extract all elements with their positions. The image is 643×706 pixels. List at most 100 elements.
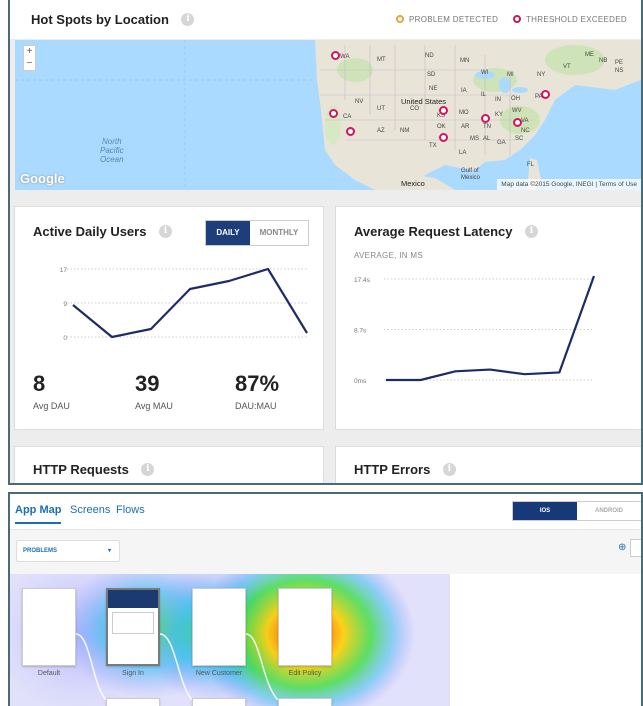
hotspots-header: Hot Spots by Location i PROBLEM DETECTED… (10, 0, 641, 39)
map-label: IN (495, 97, 501, 103)
chevron-down-icon: ▾ (107, 548, 111, 554)
map-label: CO (410, 106, 419, 112)
avg-dau-label: Avg DAU (33, 401, 70, 411)
latency-subtitle: AVERAGE, IN MS (354, 251, 423, 260)
map-zoom-controls: + − (23, 45, 36, 71)
threshold-pin[interactable] (541, 90, 550, 99)
hotspots-map[interactable]: + − North Pacific Ocean WA MT ND MN WI M… (15, 40, 641, 190)
map-label: OK (437, 124, 446, 130)
avg-dau-value: 8 (33, 371, 46, 396)
threshold-pin[interactable] (513, 118, 522, 127)
flow-connectors (75, 633, 279, 701)
map-label: UT (377, 106, 385, 112)
zoom-out-button[interactable]: − (24, 58, 35, 70)
active-users-card: Active Daily Users i DAILY MONTHLY 17 9 0 … (14, 206, 324, 430)
problem-dot-icon (396, 15, 404, 23)
zoom-in-button[interactable]: + (24, 46, 35, 58)
map-label: VT (563, 64, 571, 70)
dau-line-chart: 1790 (60, 267, 308, 342)
y-tick-label: 17 (60, 267, 68, 274)
latency-line-chart: 17.4s 8.7s 0ms (354, 275, 596, 385)
map-label: NM (400, 128, 410, 134)
app-map-header: App Map Screens Flows IOS ANDROID (10, 494, 641, 530)
map-label: NB (599, 58, 608, 64)
info-icon[interactable]: i (442, 463, 456, 477)
latency-title: Average Request Latency (354, 224, 513, 239)
map-label-country: United States (401, 97, 447, 106)
map-label: AL (483, 136, 491, 142)
series-line (386, 275, 596, 382)
http-errors-card: HTTP Errors i (335, 446, 641, 483)
map-label: MS (470, 136, 479, 142)
map-label-country: Mexico (401, 179, 425, 188)
threshold-pin[interactable] (481, 114, 490, 123)
y-tick-label: 0 (63, 335, 67, 342)
google-logo: Google (20, 171, 65, 186)
threshold-pin[interactable] (331, 51, 340, 60)
threshold-pin[interactable] (439, 133, 448, 142)
y-tick-label: 8.7s (354, 328, 367, 335)
map-label: IL (481, 92, 487, 98)
dashboard-panel: Hot Spots by Location i PROBLEM DETECTED… (8, 0, 643, 485)
http-requests-title: HTTP Requests (33, 462, 129, 477)
map-label: NE (429, 86, 438, 92)
latency-card: Average Request Latency i AVERAGE, IN MS… (335, 206, 641, 430)
threshold-pin[interactable] (329, 109, 338, 118)
app-map-canvas[interactable]: Default Sign In New Customer Edit Policy (10, 574, 641, 706)
map-label: SC (515, 136, 524, 142)
avg-mau-value: 39 (135, 371, 160, 396)
map-label: ND (425, 53, 434, 59)
map-label: MO (459, 110, 469, 116)
map-attribution[interactable]: Map data ©2015 Google, INEGI | Terms of … (497, 179, 641, 190)
map-label: WA (340, 54, 350, 60)
threshold-pin[interactable] (346, 127, 355, 136)
threshold-dot-icon (513, 15, 521, 23)
map-label: NV (355, 99, 364, 105)
screen-thumbnail[interactable] (278, 698, 332, 706)
y-tick-label: 0ms (354, 378, 367, 385)
info-icon[interactable]: i (524, 225, 538, 239)
filter-dropdown-label: PROBLEMS (23, 548, 58, 554)
dau-mau-value: 87% (235, 371, 280, 396)
map-label: WV (512, 108, 522, 114)
info-icon[interactable]: i (181, 13, 195, 27)
map-label: ME (585, 52, 594, 58)
info-icon[interactable]: i (158, 225, 172, 239)
map-control[interactable] (630, 539, 641, 557)
threshold-pin[interactable] (439, 106, 448, 115)
zoom-icon[interactable]: ⊕ (618, 542, 626, 553)
map-label: LA (459, 150, 467, 156)
tab-app-map[interactable]: App Map (15, 504, 62, 524)
tab-flows[interactable]: Flows (116, 504, 145, 516)
map-label: AR (461, 124, 470, 130)
ocean-label-text: North Pacific Ocean (100, 137, 124, 164)
info-icon[interactable]: i (141, 463, 155, 477)
ios-button[interactable]: IOS (513, 502, 577, 520)
tab-screens[interactable]: Screens (70, 504, 110, 516)
app-map-panel: App Map Screens Flows IOS ANDROID PROBLE… (8, 492, 643, 706)
screen-thumbnail[interactable] (106, 698, 160, 706)
map-label: AZ (377, 128, 385, 134)
screen-thumbnail[interactable] (192, 698, 246, 706)
legend-problem: PROBLEM DETECTED (396, 15, 498, 24)
map-label: KY (495, 112, 504, 118)
daily-button[interactable]: DAILY (206, 221, 250, 245)
y-tick-label: 9 (63, 301, 67, 308)
map-label: VA (521, 118, 529, 124)
map-label: WI (481, 70, 489, 76)
y-tick-label: 17.4s (354, 277, 371, 284)
active-users-title: Active Daily Users (33, 224, 147, 239)
map-label: MI (507, 72, 514, 78)
filter-dropdown[interactable]: PROBLEMS ▾ (16, 540, 120, 562)
map-label: TN (483, 124, 491, 130)
map-label: TX (429, 143, 437, 149)
ocean-label: North Pacific Ocean (100, 137, 124, 164)
monthly-button[interactable]: MONTHLY (250, 221, 308, 245)
hotspots-title: Hot Spots by Location (31, 12, 169, 27)
android-button[interactable]: ANDROID (577, 502, 641, 520)
map-land (15, 40, 641, 190)
dau-mau-label: DAU:MAU (235, 401, 277, 411)
map-label: MT (377, 57, 386, 63)
map-label: SD (427, 72, 436, 78)
map-label: NY (537, 72, 546, 78)
